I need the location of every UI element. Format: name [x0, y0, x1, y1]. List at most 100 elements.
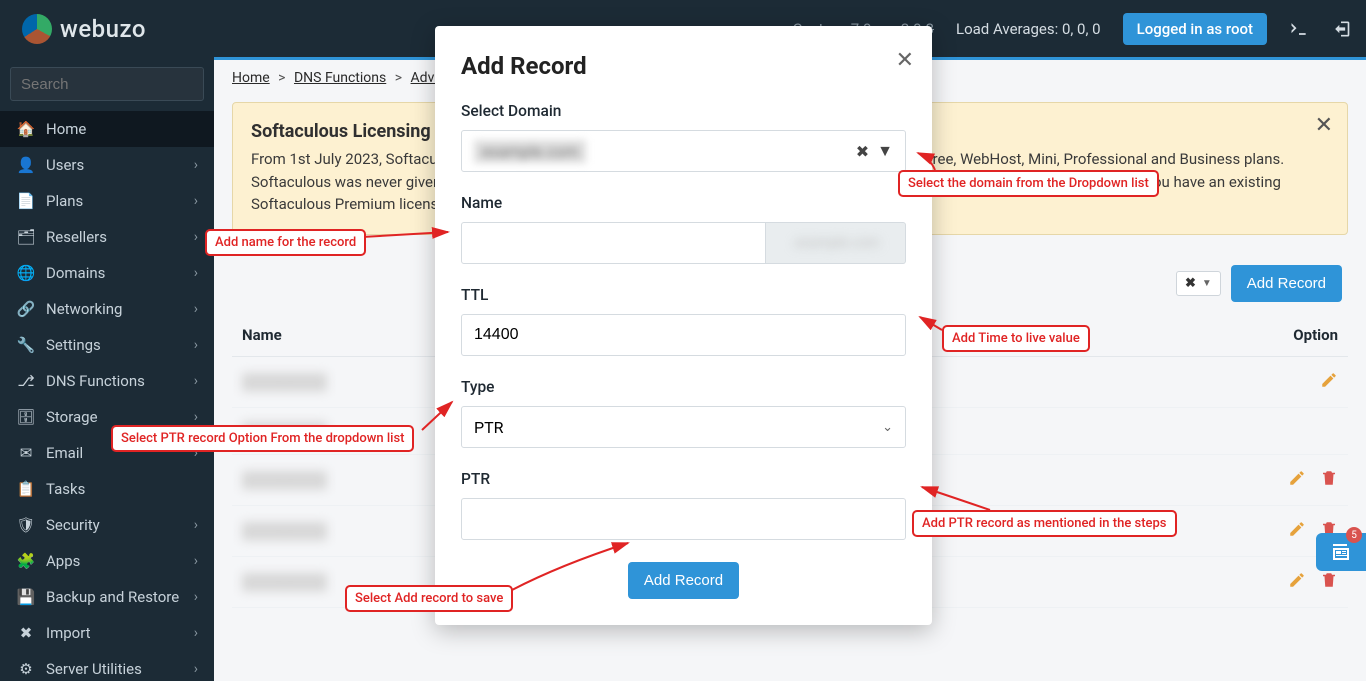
- chevron-right-icon: ›: [194, 301, 198, 317]
- sidebar-item-networking[interactable]: 🔗Networking›: [0, 291, 214, 327]
- sidebar-label: Home: [46, 120, 86, 138]
- sidebar-item-dns-functions[interactable]: ⎇ DNS Functions ›: [0, 363, 214, 399]
- sidebar-icon: 🔗: [16, 300, 36, 318]
- sidebar-item-import[interactable]: ✖ Import ›: [0, 615, 214, 651]
- edit-icon[interactable]: [1288, 469, 1306, 487]
- sidebar-label: Users: [46, 156, 84, 174]
- domain-filter-chip[interactable]: ✖ ▼: [1176, 271, 1221, 296]
- domain-select[interactable]: example.com ✖ ▼: [461, 130, 906, 172]
- sidebar-item-users[interactable]: 👤 Users ›: [0, 147, 214, 183]
- sidebar-label: Email: [46, 444, 83, 462]
- callout-save: Select Add record to save: [345, 585, 513, 612]
- callout-domain: Select the domain from the Dropdown list: [898, 170, 1159, 197]
- sidebar-icon: 🧩: [16, 552, 36, 570]
- sidebar-item-server-utilities[interactable]: ⚙ Server Utilities ›: [0, 651, 214, 681]
- logo[interactable]: webuzo: [22, 14, 146, 44]
- callout-type: Select PTR record Option From the dropdo…: [111, 425, 414, 452]
- sidebar-label: Server Utilities: [46, 660, 142, 678]
- sidebar-icon: 📄: [16, 192, 36, 210]
- news-icon: [1329, 540, 1353, 564]
- sidebar-label: Storage: [46, 408, 98, 426]
- chevron-right-icon: ›: [194, 229, 198, 245]
- chevron-right-icon: ›: [194, 661, 198, 677]
- row-name: ████████: [242, 573, 327, 591]
- edit-icon[interactable]: [1288, 520, 1306, 538]
- name-label: Name: [461, 194, 906, 212]
- sidebar-label: DNS Functions: [46, 372, 145, 390]
- sidebar-label: Domains: [46, 264, 105, 282]
- chip-clear-icon[interactable]: ✖: [1185, 276, 1196, 291]
- modal-add-record-button[interactable]: Add Record: [628, 562, 739, 599]
- row-name: ████████: [242, 471, 327, 489]
- sidebar-label: Backup and Restore: [46, 588, 179, 606]
- sidebar-icon: ⚙: [16, 660, 36, 678]
- sidebar-icon: 🌐: [16, 264, 36, 282]
- ttl-input[interactable]: [474, 326, 893, 344]
- ttl-label: TTL: [461, 286, 906, 304]
- callout-ptr: Add PTR record as mentioned in the steps: [912, 510, 1177, 537]
- sidebar-label: Plans: [46, 192, 83, 210]
- chevron-right-icon: ›: [194, 625, 198, 641]
- sidebar-item-home[interactable]: 🏠 Home: [0, 111, 214, 147]
- sidebar-item-backup-and-restore[interactable]: 💾 Backup and Restore ›: [0, 579, 214, 615]
- name-input[interactable]: [474, 234, 753, 252]
- crumb-dns[interactable]: DNS Functions: [294, 70, 386, 86]
- sidebar-icon: ✉: [16, 444, 36, 462]
- news-count: 5: [1346, 527, 1362, 543]
- edit-icon[interactable]: [1288, 571, 1306, 589]
- logo-icon: [22, 14, 52, 44]
- sidebar-label: Apps: [46, 552, 80, 570]
- sidebar-icon: ✖: [16, 624, 36, 642]
- sidebar-item-domains[interactable]: 🌐 Domains ›: [0, 255, 214, 291]
- edit-icon[interactable]: [1320, 371, 1338, 389]
- sidebar-icon: 🗂: [16, 228, 36, 246]
- chip-dropdown-icon[interactable]: ▼: [1202, 278, 1212, 289]
- domain-dropdown-icon[interactable]: ▼: [877, 141, 893, 161]
- col-option: Option: [1258, 314, 1348, 357]
- sidebar-icon: 📋: [16, 480, 36, 498]
- logo-text: webuzo: [60, 15, 146, 43]
- ptr-input[interactable]: [474, 510, 893, 528]
- domain-label: Select Domain: [461, 102, 906, 120]
- callout-ttl: Add Time to live value: [942, 325, 1090, 352]
- search-input[interactable]: [10, 67, 204, 101]
- sidebar-icon: 🛡: [16, 516, 36, 534]
- crumb-home[interactable]: Home: [232, 70, 270, 86]
- delete-icon[interactable]: [1320, 571, 1338, 589]
- sidebar-item-security[interactable]: 🛡Security›: [0, 507, 214, 543]
- add-record-modal: ✕ Add Record Select Domain example.com ✖…: [435, 26, 932, 625]
- add-record-button[interactable]: Add Record: [1231, 265, 1342, 302]
- sidebar-label: Import: [46, 624, 91, 642]
- sidebar-label: Tasks: [46, 480, 85, 498]
- sidebar-icon: ⎇: [16, 372, 36, 390]
- sidebar-item-plans[interactable]: 📄Plans›: [0, 183, 214, 219]
- terminal-icon[interactable]: [1289, 19, 1309, 39]
- chevron-right-icon: ›: [194, 553, 198, 569]
- chevron-right-icon: ›: [194, 589, 198, 605]
- news-badge[interactable]: 5: [1316, 533, 1366, 571]
- sidebar-label: Settings: [46, 336, 101, 354]
- chevron-right-icon: ›: [194, 373, 198, 389]
- sidebar-item-resellers[interactable]: 🗂 Resellers ›: [0, 219, 214, 255]
- chevron-right-icon: ›: [194, 265, 198, 281]
- sidebar-label: Resellers: [46, 228, 107, 246]
- sidebar-item-settings[interactable]: 🔧Settings›: [0, 327, 214, 363]
- domain-value: example.com: [474, 140, 586, 163]
- type-select[interactable]: PTR ⌄: [461, 406, 906, 448]
- domain-clear-icon[interactable]: ✖: [856, 142, 869, 161]
- callout-name: Add name for the record: [205, 229, 366, 256]
- sidebar-icon: 💾: [16, 588, 36, 606]
- sidebar-icon: 👤: [16, 156, 36, 174]
- sidebar-icon: 🏠: [16, 120, 36, 138]
- sidebar-label: Security: [46, 516, 100, 534]
- logged-in-pill[interactable]: Logged in as root: [1123, 13, 1267, 45]
- logout-icon[interactable]: [1331, 19, 1351, 39]
- delete-icon[interactable]: [1320, 469, 1338, 487]
- modal-close-icon[interactable]: ✕: [896, 48, 914, 73]
- sidebar-item-tasks[interactable]: 📋 Tasks: [0, 471, 214, 507]
- sidebar-item-apps[interactable]: 🧩 Apps ›: [0, 543, 214, 579]
- name-suffix: .example.com: [766, 222, 906, 264]
- ptr-label: PTR: [461, 470, 906, 488]
- chevron-right-icon: ›: [194, 157, 198, 173]
- notice-close-icon[interactable]: ✕: [1315, 113, 1333, 138]
